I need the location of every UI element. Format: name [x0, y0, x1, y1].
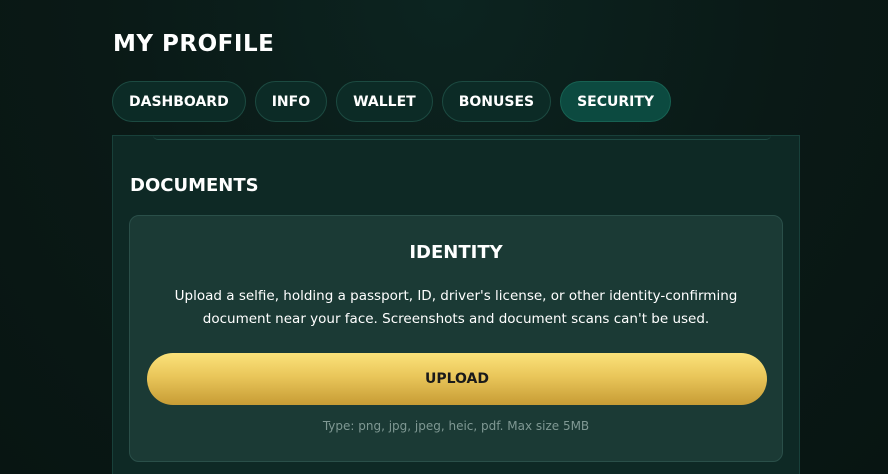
upload-button[interactable]: UPLOAD	[147, 353, 767, 405]
file-type-hint: Type: png, jpg, jpeg, heic, pdf. Max siz…	[322, 419, 590, 433]
security-panel: DOCUMENTS IDENTITY Upload a selfie, hold…	[112, 135, 800, 474]
profile-tabs: DASHBOARD INFO WALLET BONUSES SECURITY	[112, 81, 672, 122]
identity-card: IDENTITY Upload a selfie, holding a pass…	[129, 215, 783, 462]
identity-card-description: Upload a selfie, holding a passport, ID,…	[150, 285, 762, 331]
panel-divider	[153, 135, 771, 140]
description-line-1: Upload a selfie, holding a passport, ID,…	[174, 288, 738, 304]
tab-wallet[interactable]: WALLET	[336, 81, 433, 122]
tab-bonuses[interactable]: BONUSES	[441, 81, 552, 122]
profile-page: MY PROFILE DASHBOARD INFO WALLET BONUSES…	[0, 0, 888, 474]
page-title: MY PROFILE	[113, 31, 275, 57]
tab-dashboard[interactable]: DASHBOARD	[112, 81, 246, 122]
tab-info[interactable]: INFO	[254, 81, 328, 122]
description-line-2: document near your face. Screenshots and…	[202, 311, 710, 327]
identity-card-title: IDENTITY	[409, 242, 503, 263]
tab-security[interactable]: SECURITY	[560, 81, 672, 122]
documents-section-title: DOCUMENTS	[130, 175, 259, 196]
